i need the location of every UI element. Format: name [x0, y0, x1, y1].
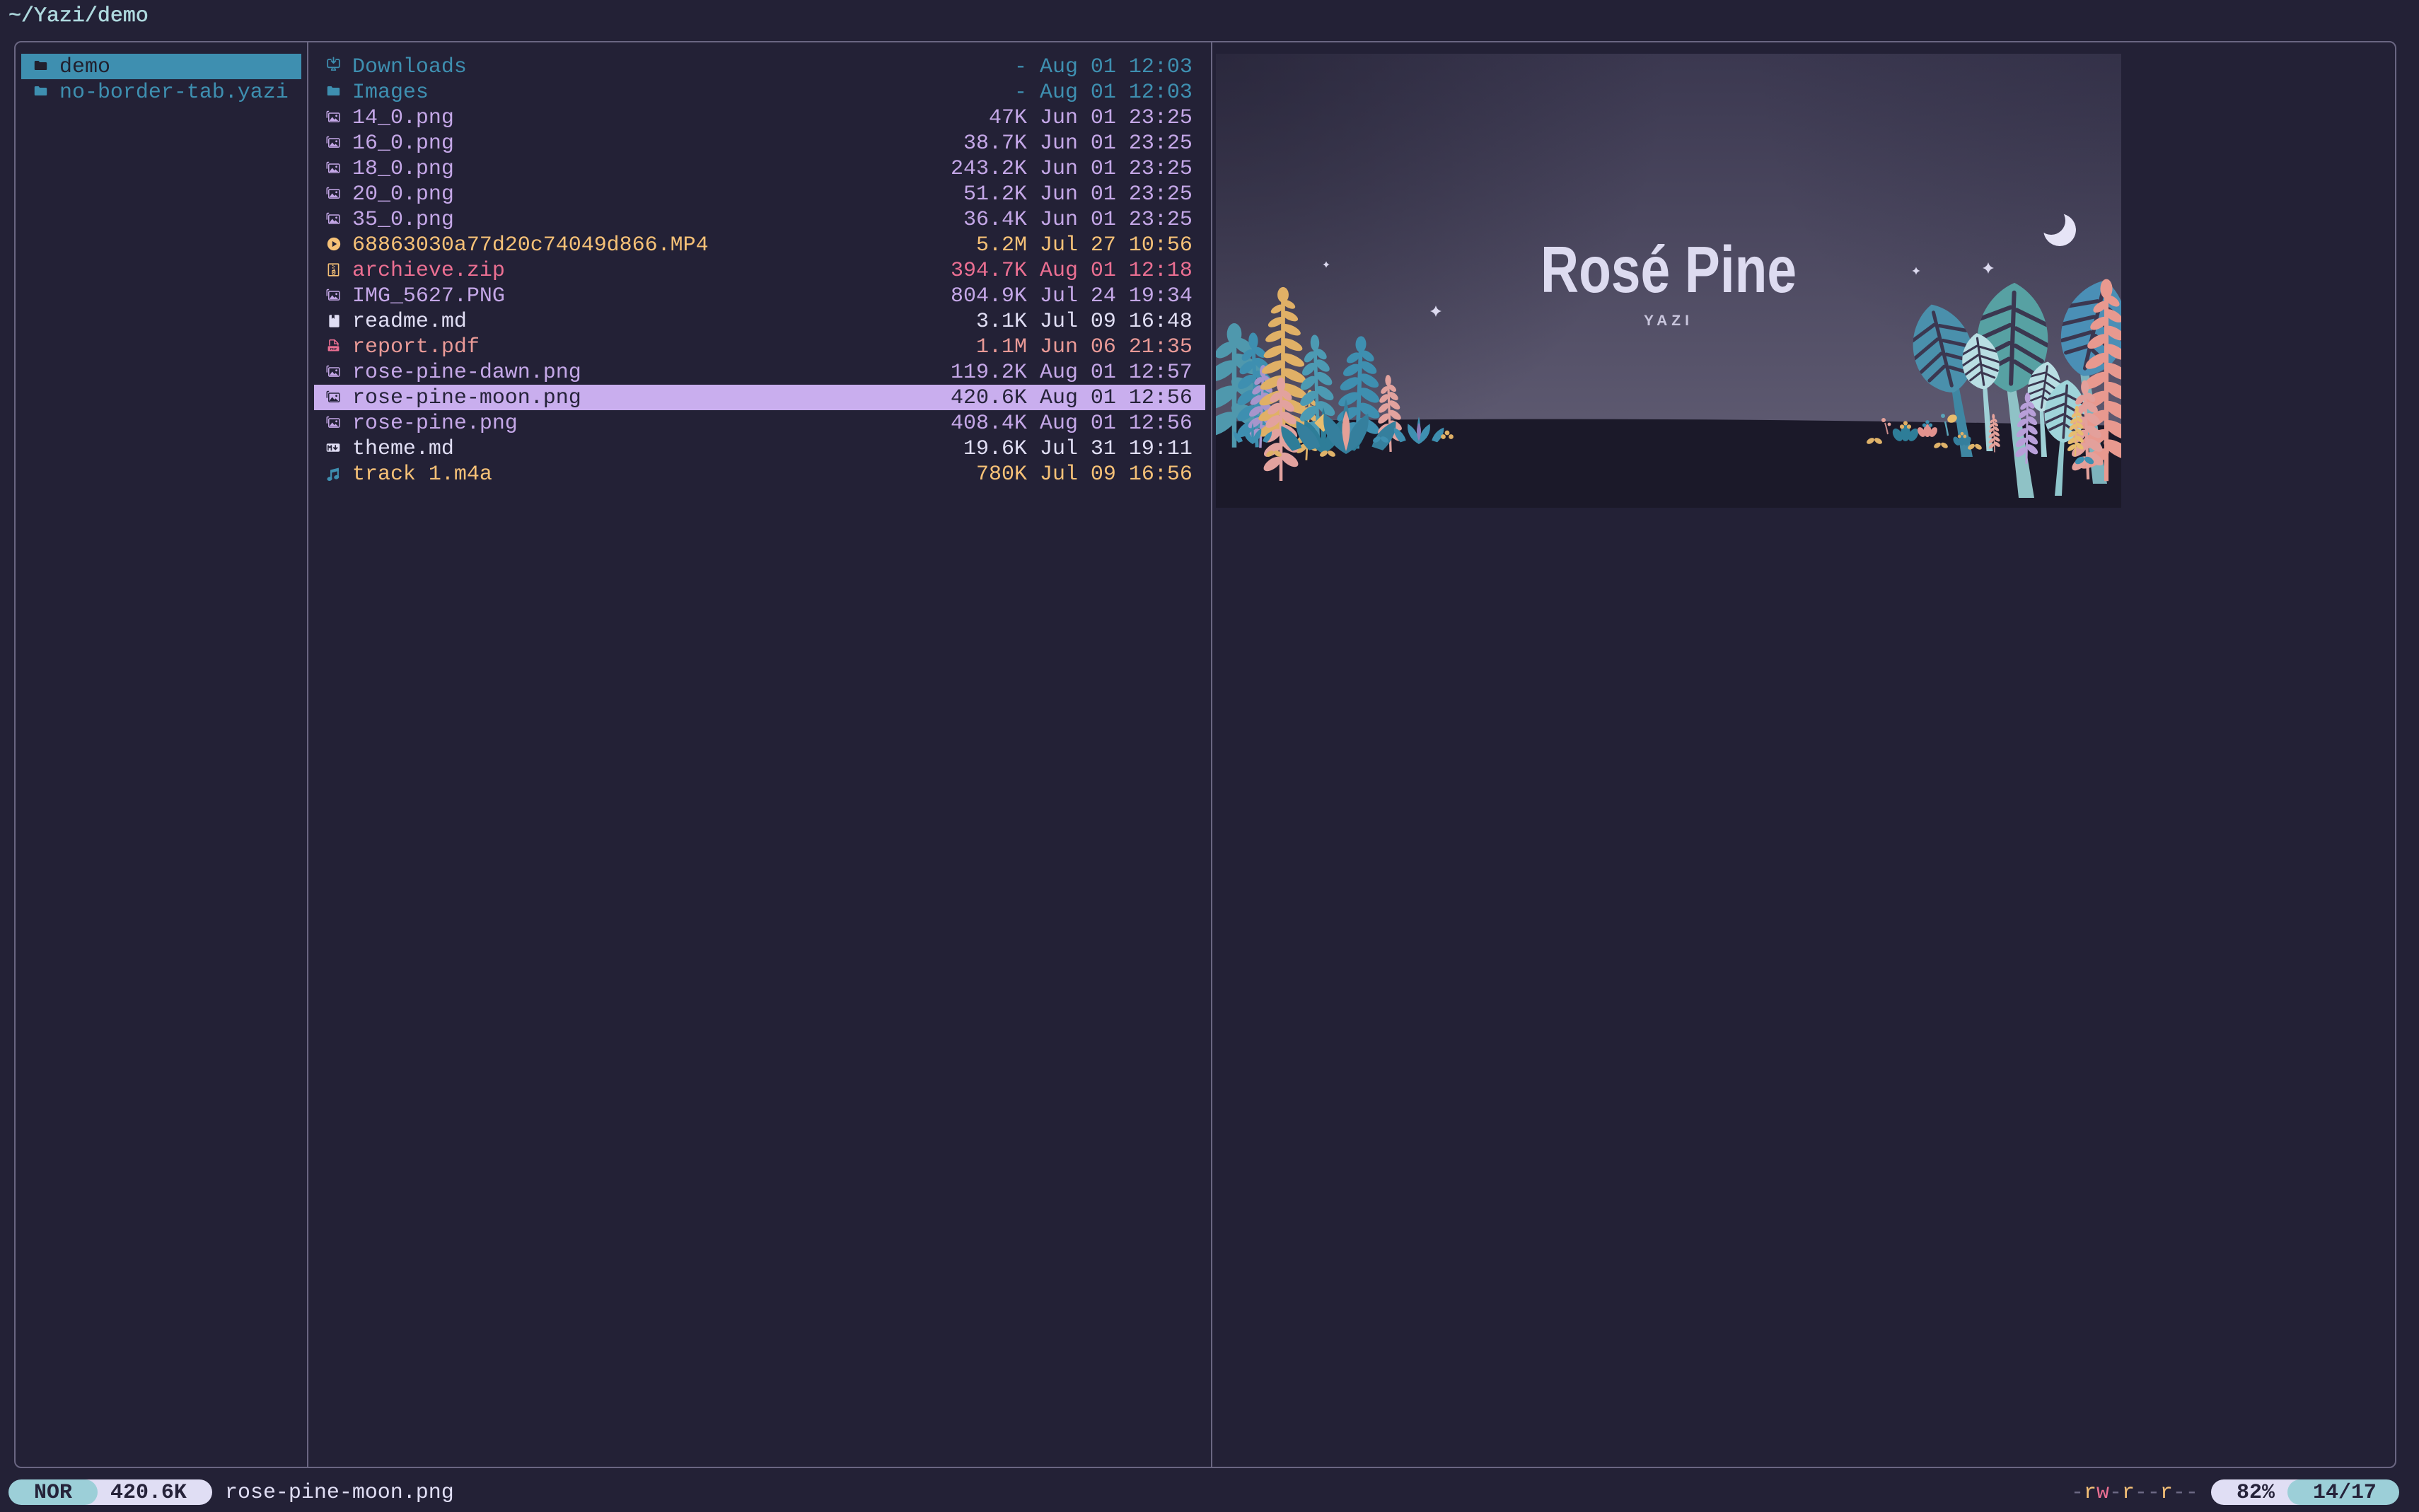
svg-text:PDF: PDF [330, 347, 337, 351]
svg-text:Rosé Pine: Rosé Pine [1541, 233, 1797, 306]
svg-text:YAZI: YAZI [1644, 313, 1693, 329]
